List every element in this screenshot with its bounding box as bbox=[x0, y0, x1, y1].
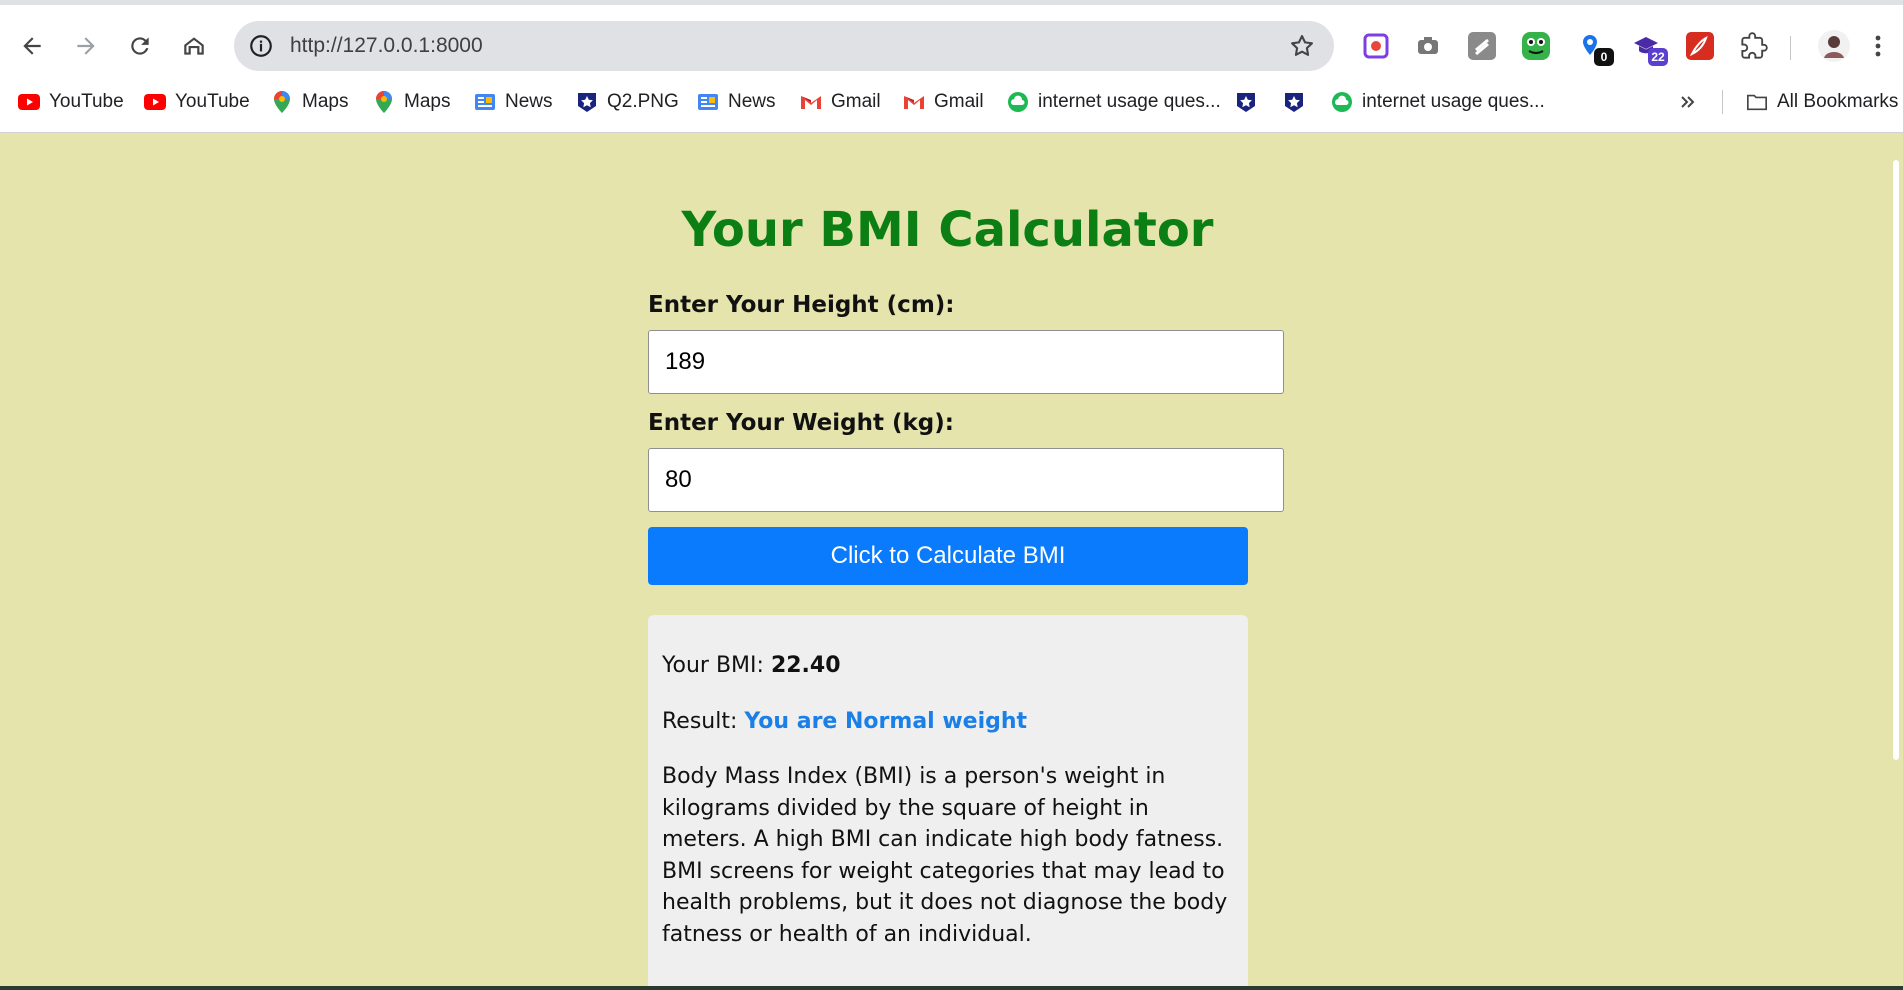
puzzle-icon bbox=[1741, 32, 1768, 59]
youtube-icon bbox=[144, 91, 166, 113]
gmail-icon bbox=[800, 91, 822, 113]
site-info-icon[interactable] bbox=[248, 33, 274, 59]
bookmark-news[interactable]: News bbox=[697, 86, 776, 118]
bookmark-star-icon[interactable] bbox=[1288, 32, 1316, 60]
bookmark-youtube[interactable]: YouTube bbox=[18, 86, 124, 118]
google-news-icon bbox=[474, 91, 496, 113]
scrollbar-thumb[interactable] bbox=[1893, 160, 1899, 760]
location-extension[interactable]: 0 bbox=[1578, 32, 1614, 66]
back-button[interactable] bbox=[10, 24, 54, 68]
result-status: You are Normal weight bbox=[744, 709, 1028, 734]
kebab-menu-icon bbox=[1875, 35, 1881, 57]
bookmark-gmail[interactable]: Gmail bbox=[903, 86, 984, 118]
extension-badge: 0 bbox=[1594, 48, 1614, 66]
bookmark-label: Maps bbox=[404, 91, 451, 112]
bookmark-internet-usage[interactable]: internet usage ques... bbox=[1007, 86, 1221, 118]
all-bookmarks-button[interactable]: All Bookmarks bbox=[1746, 86, 1898, 118]
taskbar-edge bbox=[0, 986, 1903, 990]
bookmark-maps[interactable]: Maps bbox=[373, 86, 450, 118]
bookmark-star-shield[interactable] bbox=[1283, 86, 1314, 118]
bookmark-news[interactable]: News bbox=[474, 86, 553, 118]
url-text[interactable]: http://127.0.0.1:8000 bbox=[290, 31, 483, 61]
green-cloud-icon bbox=[1331, 91, 1353, 113]
bookmark-maps[interactable]: Maps bbox=[271, 86, 348, 118]
result-prefix: Result: bbox=[662, 709, 745, 734]
page-title: Your BMI Calculator bbox=[681, 202, 1214, 258]
graduation-extension[interactable]: 22 bbox=[1632, 32, 1668, 66]
weight-label: Enter Your Weight (kg): bbox=[648, 410, 954, 436]
bookmark-label: News bbox=[728, 91, 776, 112]
bookmark-gmail[interactable]: Gmail bbox=[800, 86, 881, 118]
bookmark-label: YouTube bbox=[49, 91, 124, 112]
arrow-right-icon bbox=[77, 37, 95, 55]
bookmark-q2-png[interactable]: Q2.PNG bbox=[576, 86, 679, 118]
screen-capture-extension[interactable] bbox=[1362, 32, 1390, 60]
bookmarks-overflow-button[interactable] bbox=[1678, 86, 1698, 118]
star-shield-icon bbox=[576, 91, 598, 113]
toolbar-divider bbox=[1790, 36, 1791, 60]
home-icon bbox=[184, 37, 204, 55]
bookmark-label: internet usage ques... bbox=[1362, 91, 1545, 112]
maps-icon bbox=[373, 91, 395, 113]
bookmark-label: Q2.PNG bbox=[607, 91, 679, 112]
folder-icon bbox=[1746, 91, 1768, 113]
bmi-value: 22.40 bbox=[770, 653, 841, 678]
star-shield-icon bbox=[1283, 91, 1305, 113]
reload-button[interactable] bbox=[118, 24, 162, 68]
calculate-bmi-button[interactable]: Click to Calculate BMI bbox=[648, 527, 1248, 585]
profile-avatar[interactable] bbox=[1818, 30, 1850, 62]
camera-icon bbox=[1418, 37, 1438, 54]
bookmark-youtube[interactable]: YouTube bbox=[144, 86, 250, 118]
tab-strip bbox=[0, 0, 1903, 5]
youtube-icon bbox=[18, 91, 40, 113]
reload-icon bbox=[131, 37, 149, 55]
forward-button[interactable] bbox=[64, 24, 108, 68]
bmi-description: Body Mass Index (BMI) is a person's weig… bbox=[662, 764, 1228, 947]
home-button[interactable] bbox=[172, 24, 216, 68]
bookmark-label: Gmail bbox=[934, 91, 984, 112]
capture-icon bbox=[1363, 33, 1389, 59]
bookmark-label: internet usage ques... bbox=[1038, 91, 1221, 112]
height-label: Enter Your Height (cm): bbox=[648, 292, 955, 318]
notes-icon bbox=[1475, 38, 1489, 56]
maps-icon bbox=[271, 91, 293, 113]
double-chevron-right-icon bbox=[1681, 96, 1695, 108]
pdf-extension[interactable] bbox=[1686, 32, 1714, 60]
bookmarks-divider bbox=[1722, 90, 1723, 114]
height-input[interactable] bbox=[648, 330, 1284, 394]
extension-badge: 22 bbox=[1648, 48, 1668, 66]
bookmark-star-shield[interactable] bbox=[1235, 86, 1266, 118]
bookmark-label: News bbox=[505, 91, 553, 112]
browser-chrome: http://127.0.0.1:8000 0 22 YouTube YouTu… bbox=[0, 0, 1903, 133]
page-scrollbar[interactable] bbox=[1889, 134, 1903, 990]
acrobat-icon bbox=[1689, 36, 1708, 57]
star-shield-icon bbox=[1235, 91, 1257, 113]
bookmark-internet-usage[interactable]: internet usage ques... bbox=[1331, 86, 1545, 118]
address-bar[interactable]: http://127.0.0.1:8000 bbox=[234, 21, 1334, 71]
bookmarks-bar: YouTube YouTube Maps Maps News Q2.PNG Ne… bbox=[0, 86, 1903, 118]
green-cloud-icon bbox=[1007, 91, 1029, 113]
bookmark-label: YouTube bbox=[175, 91, 250, 112]
all-bookmarks-label: All Bookmarks bbox=[1777, 91, 1899, 112]
browser-menu-button[interactable] bbox=[1870, 32, 1886, 60]
bookmark-label: Gmail bbox=[831, 91, 881, 112]
result-panel: Your BMI: 22.40 Result: You are Normal w… bbox=[648, 615, 1248, 990]
page-content: Your BMI Calculator Enter Your Height (c… bbox=[0, 134, 1903, 990]
frog-extension[interactable] bbox=[1522, 32, 1550, 60]
bmi-line: Your BMI: 22.40 bbox=[662, 649, 1234, 683]
bookmark-label: Maps bbox=[302, 91, 349, 112]
weight-input[interactable] bbox=[648, 448, 1284, 512]
notes-extension[interactable] bbox=[1468, 32, 1496, 60]
gmail-icon bbox=[903, 91, 925, 113]
extensions-menu-button[interactable] bbox=[1740, 32, 1768, 60]
result-line: Result: You are Normal weight bbox=[662, 705, 1234, 739]
bmi-prefix: Your BMI: bbox=[662, 653, 771, 678]
browser-toolbar: http://127.0.0.1:8000 0 22 bbox=[0, 14, 1903, 78]
camera-extension[interactable] bbox=[1414, 32, 1442, 60]
avatar-icon bbox=[1824, 36, 1844, 58]
google-news-icon bbox=[697, 91, 719, 113]
frog-icon bbox=[1527, 38, 1545, 54]
arrow-left-icon bbox=[23, 37, 41, 55]
